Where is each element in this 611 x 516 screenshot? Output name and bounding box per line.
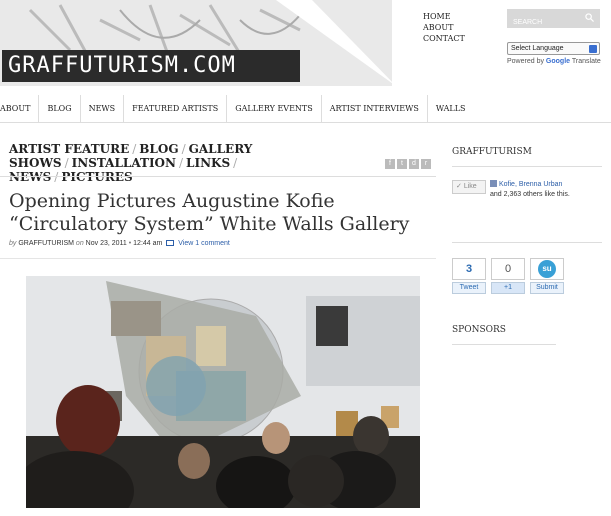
like-label: Like	[463, 183, 477, 190]
facebook-like-text: Kofie, Brenna Urban and 2,363 others lik…	[490, 180, 608, 200]
nav-news[interactable]: NEWS	[81, 95, 125, 122]
stumbleupon-icon: su	[538, 260, 556, 278]
divider	[452, 242, 602, 243]
on-label: on	[75, 240, 84, 247]
comments-link[interactable]: View 1 comment	[178, 240, 230, 247]
category-link[interactable]: NEWS	[9, 170, 51, 184]
tweet-label: Tweet	[459, 284, 479, 291]
chevron-down-icon	[589, 45, 597, 53]
rss-icon[interactable]: r	[421, 159, 431, 169]
translate-label: Translate	[571, 58, 601, 65]
search-icon[interactable]	[585, 13, 594, 22]
twitter-icon[interactable]: t	[397, 159, 407, 169]
powered-by: Powered by Google Translate	[507, 58, 601, 65]
home-link[interactable]: HOME	[423, 11, 465, 22]
nav-about[interactable]: ABOUT	[0, 95, 40, 122]
post-meta: by GRAFFUTURISM on Nov 23, 2011 • 12:44 …	[9, 240, 230, 247]
divider	[0, 176, 436, 177]
google-brand: Google	[545, 58, 571, 65]
nav-walls[interactable]: WALLS	[428, 95, 474, 122]
top-links: HOME ABOUT CONTACT	[423, 11, 465, 44]
nav-featured-artists[interactable]: FEATURED ARTISTS	[124, 95, 228, 122]
like-names[interactable]: Kofie, Brenna Urban	[499, 181, 562, 188]
meta-separator: •	[128, 240, 132, 247]
category-link[interactable]: PICTURES	[61, 170, 132, 184]
divider	[452, 166, 602, 167]
stumbleupon-widget: su Submit	[530, 258, 564, 296]
powered-prefix: Powered by	[507, 58, 544, 65]
digg-icon[interactable]: d	[409, 159, 419, 169]
sponsors-heading: SPONSORS	[452, 325, 506, 335]
share-icons: f t d r	[385, 159, 431, 169]
divider	[0, 258, 436, 259]
stumbleupon-badge: su	[530, 258, 564, 280]
post-photo[interactable]	[26, 276, 420, 508]
nav-blog[interactable]: BLOG	[39, 95, 81, 122]
sidebar-heading: GRAFFUTURISM	[452, 147, 532, 157]
plusone-widget: 0 +1	[491, 258, 525, 296]
by-label: by	[9, 240, 17, 247]
category-link[interactable]: ARTIST FEATURE	[9, 142, 129, 156]
plusone-label: +1	[504, 284, 512, 291]
plusone-button[interactable]: +1	[491, 282, 525, 294]
submit-button[interactable]: Submit	[530, 282, 564, 294]
nav-gallery-events[interactable]: GALLERY EVENTS	[227, 95, 322, 122]
facebook-like-button[interactable]: ✓ Like	[452, 180, 486, 194]
post-time: 12:44 am	[133, 240, 163, 247]
comment-icon	[166, 240, 175, 246]
header-banner: GRAFFUTURISM.COM	[0, 0, 392, 86]
post-categories: ARTIST FEATURE / BLOG / GALLERY SHOWS / INSTAL…	[9, 142, 253, 184]
plusone-count: 0	[491, 258, 525, 280]
site-logo[interactable]: GRAFFUTURISM.COM	[2, 50, 300, 82]
tweet-count: 3	[452, 258, 486, 280]
tweet-button[interactable]: Tweet	[452, 282, 486, 294]
tweet-widget: 3 Tweet	[452, 258, 486, 296]
search-box	[507, 9, 600, 32]
thumbs-up-icon: ✓	[456, 183, 462, 190]
gallery-scene	[26, 276, 420, 508]
facebook-icon[interactable]: f	[385, 159, 395, 169]
submit-label: Submit	[536, 284, 558, 291]
category-link[interactable]: LINKS	[186, 156, 230, 170]
main-nav: ABOUT BLOG NEWS FEATURED ARTISTS GALLERY…	[0, 95, 611, 123]
divider	[452, 344, 556, 345]
language-select-label: Select Language	[511, 45, 564, 52]
nav-artist-interviews[interactable]: ARTIST INTERVIEWS	[322, 95, 428, 122]
post-title[interactable]: Opening Pictures Augustine Kofie “Circul…	[9, 190, 429, 236]
about-link[interactable]: ABOUT	[423, 22, 465, 33]
contact-link[interactable]: CONTACT	[423, 33, 465, 44]
language-select[interactable]: Select Language	[507, 42, 600, 55]
category-link[interactable]: INSTALLATION	[72, 156, 176, 170]
like-others: and 2,363 others like this.	[490, 191, 570, 198]
post-date: Nov 23, 2011	[85, 240, 127, 247]
post-author[interactable]: GRAFFUTURISM	[18, 240, 74, 247]
avatar	[490, 180, 497, 187]
category-link[interactable]: BLOG	[139, 142, 178, 156]
